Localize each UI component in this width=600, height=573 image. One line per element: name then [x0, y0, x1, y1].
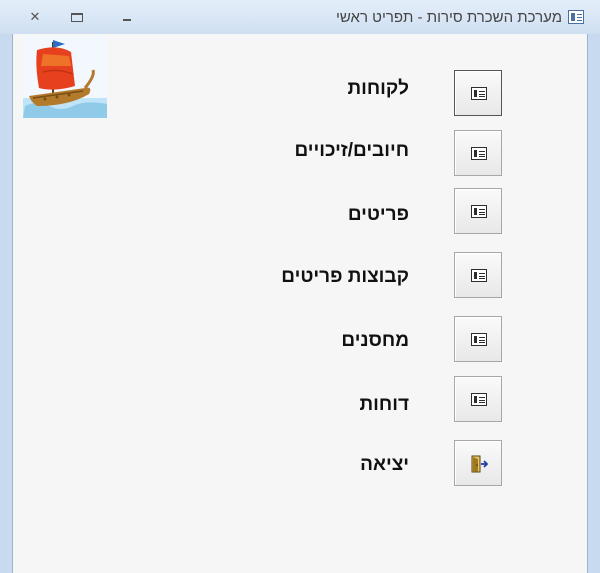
form-icon	[471, 205, 487, 218]
warehouses-button[interactable]	[454, 316, 502, 362]
exit-door-icon	[471, 455, 488, 473]
form-icon	[471, 393, 487, 406]
warehouses-label: מחסנים	[341, 330, 409, 351]
exit-label: יציאה	[360, 454, 409, 475]
maximize-icon	[71, 13, 83, 22]
reports-button[interactable]	[454, 376, 502, 422]
exit-button[interactable]	[454, 440, 502, 486]
charges-credits-button[interactable]	[454, 130, 502, 176]
form-icon	[471, 147, 487, 160]
items-label: פריטים	[347, 204, 409, 225]
form-icon	[471, 333, 487, 346]
charges-credits-label: חיובים/זיכויים	[294, 140, 409, 161]
reports-label: דוחות	[359, 394, 409, 415]
form-icon	[471, 269, 487, 282]
item-groups-label: קבוצות פריטים	[281, 266, 409, 287]
window-title: מערכת השכרת סירות - תפריט ראשי	[336, 9, 562, 26]
app-window: ✕ מערכת השכרת סירות - תפריט ראשי לקוחות …	[0, 0, 600, 573]
form-icon	[568, 10, 584, 24]
minimize-button[interactable]	[116, 7, 138, 27]
close-icon: ✕	[29, 9, 41, 24]
switchboard-form: לקוחות חיובים/זיכויים פריטים קבוצות פריט…	[12, 34, 588, 573]
sailboat-logo	[23, 36, 107, 118]
close-button[interactable]: ✕	[24, 7, 46, 27]
form-icon	[471, 87, 487, 100]
maximize-button[interactable]	[66, 7, 88, 27]
item-groups-button[interactable]	[454, 252, 502, 298]
items-button[interactable]	[454, 188, 502, 234]
customers-label: לקוחות	[347, 78, 409, 99]
sailboat-icon	[23, 40, 107, 118]
title-bar: ✕ מערכת השכרת סירות - תפריט ראשי	[0, 0, 600, 34]
customers-button[interactable]	[454, 70, 502, 116]
minimize-icon	[123, 19, 131, 21]
